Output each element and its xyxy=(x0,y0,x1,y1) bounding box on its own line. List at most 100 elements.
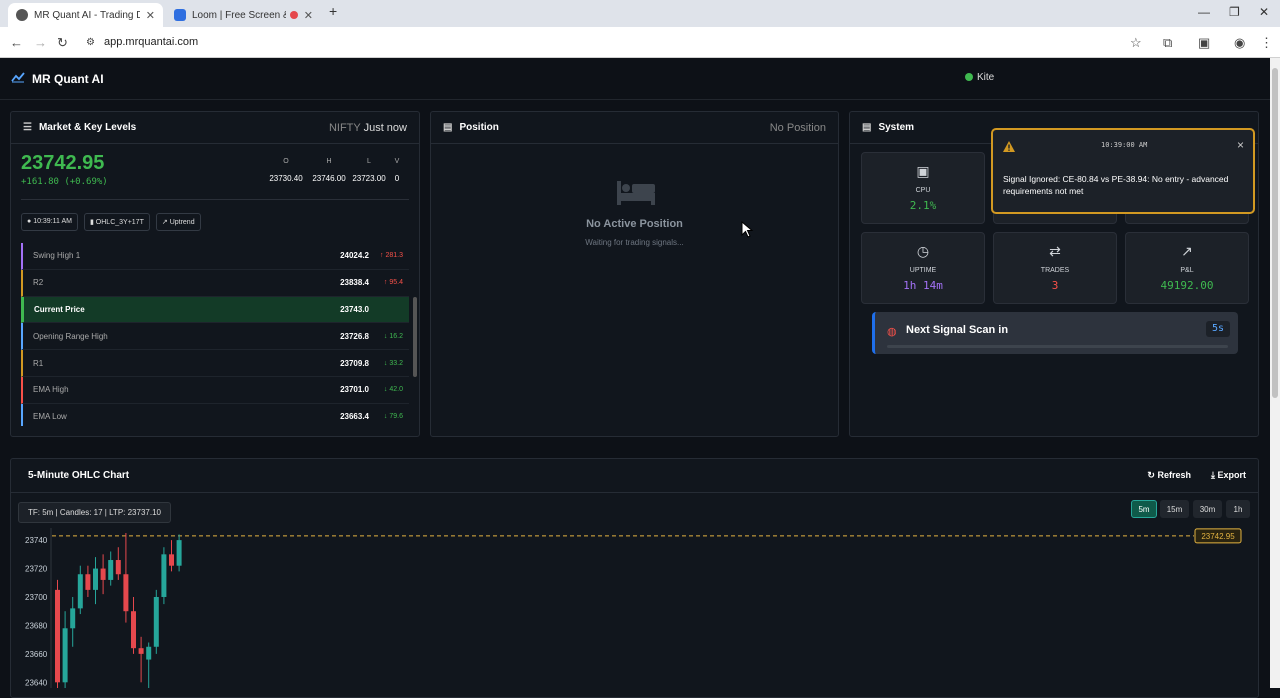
candle-body xyxy=(85,574,91,590)
divider xyxy=(21,199,409,200)
reload-icon[interactable]: ↻ xyxy=(57,35,68,51)
chip-label: OHLC_3Y+17T xyxy=(95,219,144,226)
tab-search-icon[interactable]: ▣ xyxy=(1198,35,1210,51)
empty-subtitle: Waiting for trading signals... xyxy=(585,238,684,247)
site-info-icon[interactable]: ⚙ xyxy=(86,37,95,48)
browser-tab-bar: MR Quant AI - Trading Dashbo ✕ Loom | Fr… xyxy=(0,0,1280,27)
position-title: Position xyxy=(459,122,499,133)
ohlc-chart[interactable]: 23740 23720 23700 23680 23660 23640 23742.95 xyxy=(10,528,1259,688)
trend-logo-icon xyxy=(11,72,25,83)
levels-scrollbar[interactable] xyxy=(413,297,417,377)
forward-icon[interactable]: → xyxy=(34,35,47,50)
trend-chip: ↗ Uptrend xyxy=(155,213,201,231)
scrollbar-thumb[interactable] xyxy=(1272,68,1278,398)
stat-label: TRADES xyxy=(1040,267,1070,274)
ohlc-header: V xyxy=(394,158,400,165)
refresh-icon: ↻ xyxy=(1147,470,1155,480)
list-icon: ☰ xyxy=(23,122,32,133)
back-icon[interactable]: ← xyxy=(10,35,23,50)
close-window-button[interactable]: ✕ xyxy=(1259,5,1269,19)
close-tab-icon[interactable]: ✕ xyxy=(146,9,155,22)
tab-label: Loom | Free Screen & Vide xyxy=(192,9,286,21)
clock-icon: ● xyxy=(27,218,32,225)
candle-body xyxy=(161,554,167,597)
new-tab-button[interactable]: + xyxy=(329,3,337,19)
stat-label: CPU xyxy=(915,187,931,194)
tab-label: MR Quant AI - Trading Dashbo xyxy=(34,9,140,21)
close-tab-icon[interactable]: ✕ xyxy=(304,9,313,22)
candle-body xyxy=(108,560,114,580)
tab-loom[interactable]: Loom | Free Screen & Vide ✕ xyxy=(166,3,321,27)
minimize-button[interactable]: — xyxy=(1198,5,1210,19)
time-chip: ● 10:39:11 AM xyxy=(21,213,78,231)
trend-icon: ↗ xyxy=(161,219,168,226)
page-scrollbar[interactable] xyxy=(1270,58,1280,688)
exchange-icon: ⇄ xyxy=(1049,243,1061,259)
ohlc-value: 23730.40 xyxy=(269,174,303,183)
level-delta: ↓ 79.6 xyxy=(383,413,403,421)
cpu-icon: ▣ xyxy=(916,163,930,179)
level-price: 23838.4 xyxy=(340,278,369,288)
candle-body xyxy=(77,574,83,609)
candle-body xyxy=(70,608,76,629)
address-bar: ← → ↻ ⚙ app.mrquantai.com ☆ ⧉ ▣ ◉ ⋮ xyxy=(0,27,1280,58)
ohlc-value: 23723.00 xyxy=(352,174,386,183)
stat-card: ↗ P&L 49192.00 xyxy=(1125,232,1249,304)
ohlc-grid: O H L V 23730.40 23746.00 23723.00 0 xyxy=(265,158,413,183)
app-root: MR Quant AI Kite ☰ Market & Key Levels N… xyxy=(0,58,1270,698)
next-signal-bar: ◍ Next Signal Scan in 5s xyxy=(872,312,1238,354)
brand-title: MR Quant AI xyxy=(32,72,104,86)
level-delta: ↓ 16.2 xyxy=(383,332,403,340)
mouse-cursor-icon xyxy=(741,221,754,238)
maximize-button[interactable]: ❐ xyxy=(1229,5,1240,19)
stopwatch-icon: ◍ xyxy=(887,326,897,338)
menu-icon[interactable]: ⋮ xyxy=(1260,35,1273,51)
info-chips: ● 10:39:11 AM ▮ OHLC_3Y+17T ↗ Uptrend xyxy=(21,213,201,231)
y-tick-label: 23680 xyxy=(25,621,48,630)
level-name: EMA Low xyxy=(33,412,67,422)
connection-status: Kite xyxy=(965,72,994,83)
stat-label: P&L xyxy=(1180,267,1194,274)
stat-card: ⇄ TRADES 3 xyxy=(993,232,1117,304)
level-delta: ↓ 33.2 xyxy=(383,359,403,367)
chart-info-badge: TF: 5m | Candles: 17 | LTP: 23737.10 xyxy=(18,502,171,523)
y-tick-label: 23740 xyxy=(25,536,48,545)
key-level-row: Swing High 1 24024.2 ↑ 281.3 xyxy=(21,243,409,270)
stat-card: ▣ CPU 2.1% xyxy=(861,152,985,224)
market-title: Market & Key Levels xyxy=(38,122,137,133)
toast-close-button[interactable]: × xyxy=(1237,138,1244,152)
y-tick-label: 23640 xyxy=(25,678,48,687)
tab-trading-dashboard[interactable]: MR Quant AI - Trading Dashbo ✕ xyxy=(8,3,163,27)
timeframe-button-5m[interactable]: 5m xyxy=(1131,500,1157,518)
ohlc-chip: ▮ OHLC_3Y+17T xyxy=(83,213,150,231)
extensions-icon[interactable]: ⧉ xyxy=(1163,35,1172,51)
bookmark-star-icon[interactable]: ☆ xyxy=(1130,35,1142,51)
level-price: 23663.4 xyxy=(340,412,369,422)
refresh-label: Refresh xyxy=(1157,470,1191,480)
level-name: Swing High 1 xyxy=(33,251,81,261)
y-tick-label: 23660 xyxy=(25,650,48,659)
market-header: ☰ Market & Key Levels NIFTY Just now xyxy=(11,112,419,144)
symbol: NIFTY xyxy=(328,121,361,134)
market-symbol-status: NIFTY Just now xyxy=(329,122,407,134)
candle-body xyxy=(55,589,60,683)
ohlc-value: 0 xyxy=(394,174,400,183)
profile-icon[interactable]: ◉ xyxy=(1234,35,1245,51)
candle-body xyxy=(62,628,68,683)
key-level-row: R1 23709.8 ↓ 33.2 xyxy=(21,350,409,377)
url-field[interactable]: app.mrquantai.com xyxy=(104,36,198,48)
loom-icon xyxy=(174,9,186,21)
current-price-row: Current Price 23743.0 xyxy=(21,296,409,324)
timeframe-button-15m[interactable]: 15m xyxy=(1160,500,1189,518)
timeframe-button-30m[interactable]: 30m xyxy=(1193,500,1222,518)
refresh-button[interactable]: ↻ Refresh xyxy=(1147,470,1191,481)
timeframe-button-1h[interactable]: 1h xyxy=(1226,500,1250,518)
export-button[interactable]: ⤓ Export xyxy=(1211,470,1246,481)
stat-label: UPTIME xyxy=(909,267,937,274)
level-name: EMA High xyxy=(33,385,69,395)
key-levels-list[interactable]: Swing High 1 24024.2 ↑ 281.3 R2 23838.4 ↑… xyxy=(21,243,409,426)
level-name: Current Price xyxy=(34,304,85,314)
stat-value: 2.1% xyxy=(909,199,937,212)
download-icon: ⤓ xyxy=(1210,470,1215,480)
updated-label: Just now xyxy=(363,121,407,134)
